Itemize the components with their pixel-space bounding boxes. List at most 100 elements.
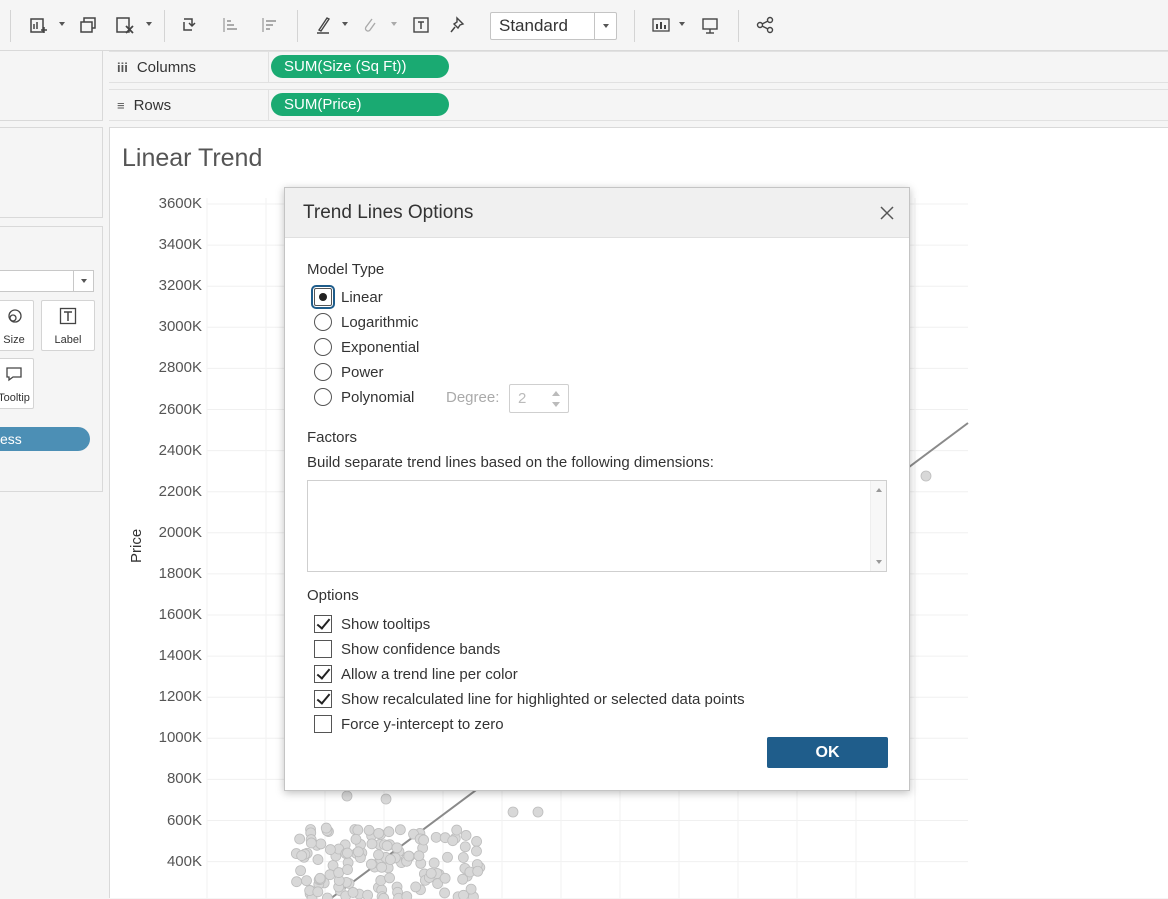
checkbox-force-intercept[interactable]: Force y-intercept to zero xyxy=(314,713,504,735)
radio-exponential[interactable]: Exponential xyxy=(314,336,419,358)
data-point xyxy=(314,872,326,884)
clear-sheet-icon[interactable] xyxy=(114,14,136,36)
chevron-down-icon[interactable] xyxy=(678,20,686,28)
label-text-icon xyxy=(42,307,94,330)
ok-button[interactable]: OK xyxy=(767,737,888,768)
data-point xyxy=(425,867,437,879)
data-point xyxy=(294,833,306,845)
toolbar-separator xyxy=(10,10,11,42)
radio-power[interactable]: Power xyxy=(314,361,384,383)
filters-panel xyxy=(0,127,103,218)
options-heading: Options xyxy=(307,587,359,604)
data-point xyxy=(471,836,482,847)
data-point xyxy=(321,892,333,899)
radio-polynomial[interactable]: Polynomial xyxy=(314,386,414,408)
checkbox[interactable] xyxy=(314,690,332,708)
radio-button[interactable] xyxy=(314,338,332,356)
checkbox[interactable] xyxy=(314,640,332,658)
chevron-down-icon[interactable] xyxy=(390,20,398,28)
checkbox-label: Show confidence bands xyxy=(341,640,501,658)
duplicate-icon[interactable] xyxy=(77,14,99,36)
data-point xyxy=(291,876,303,888)
radio-label: Linear xyxy=(341,288,383,306)
chevron-down-icon[interactable] xyxy=(58,20,66,28)
toolbar: Standard xyxy=(0,0,1168,51)
data-point xyxy=(532,806,544,818)
highlight-icon[interactable] xyxy=(312,14,334,36)
sort-ascending-icon[interactable] xyxy=(219,14,241,36)
group-icon[interactable] xyxy=(359,14,381,36)
radio-label: Polynomial xyxy=(341,388,415,406)
columns-pill[interactable]: SUM(Size (Sq Ft)) xyxy=(271,55,449,78)
y-tick-label: 1600K xyxy=(158,606,202,623)
checkbox-trend-per-color[interactable]: Allow a trend line per color xyxy=(314,663,518,685)
columns-shelf-label: iii Columns xyxy=(109,52,269,82)
swap-icon[interactable] xyxy=(179,14,201,36)
sort-descending-icon[interactable] xyxy=(258,14,280,36)
chevron-down-icon xyxy=(73,271,93,291)
dialog-header: Trend Lines Options xyxy=(285,188,909,238)
data-point xyxy=(410,881,422,893)
data-point xyxy=(385,854,396,865)
chevron-down-icon[interactable] xyxy=(341,20,349,28)
data-point xyxy=(320,822,332,834)
size-mark-button[interactable]: Size xyxy=(0,300,34,351)
new-worksheet-icon[interactable] xyxy=(28,14,50,36)
toolbar-separator xyxy=(164,10,165,42)
y-tick-label: 1400K xyxy=(158,647,202,665)
data-point xyxy=(459,841,471,853)
columns-shelf[interactable]: iii Columns SUM(Size (Sq Ft)) xyxy=(109,51,1168,83)
rows-pill[interactable]: SUM(Price) xyxy=(271,93,449,116)
radio-button[interactable] xyxy=(314,313,332,331)
radio-button[interactable] xyxy=(311,285,335,309)
field-pill[interactable]: ess xyxy=(0,427,90,451)
scrollbar[interactable] xyxy=(870,481,886,571)
radio-label: Logarithmic xyxy=(341,313,419,331)
data-point xyxy=(507,806,519,818)
checkbox[interactable] xyxy=(314,665,332,683)
data-point xyxy=(363,824,375,836)
view-size-select[interactable]: Standard xyxy=(490,12,617,40)
radio-linear[interactable]: Linear xyxy=(311,285,383,309)
checkbox-recalculated-line[interactable]: Show recalculated line for highlighted o… xyxy=(314,688,745,710)
label-mark-button[interactable]: Label xyxy=(41,300,95,351)
degree-label: Degree: xyxy=(446,389,500,406)
pin-icon[interactable] xyxy=(447,14,469,36)
data-point xyxy=(295,865,307,877)
factors-list[interactable] xyxy=(307,480,887,572)
columns-label: Columns xyxy=(136,58,197,76)
data-point xyxy=(366,838,378,850)
checkbox-label: Force y-intercept to zero xyxy=(341,715,504,733)
y-tick-label: 400K xyxy=(166,852,202,870)
show-me-icon[interactable] xyxy=(650,14,672,36)
y-tick-label: 3000K xyxy=(158,318,202,336)
label-text-icon[interactable] xyxy=(410,14,432,36)
chevron-down-icon[interactable] xyxy=(145,20,153,28)
mark-type-select[interactable] xyxy=(0,270,94,292)
stepper-arrows-icon xyxy=(552,391,560,407)
pages-panel xyxy=(0,51,103,121)
checkbox-label: Allow a trend line per color xyxy=(341,665,518,683)
checkbox[interactable] xyxy=(314,715,332,733)
data-point xyxy=(418,834,430,846)
y-tick-label: 1800K xyxy=(158,564,202,582)
data-point xyxy=(439,872,451,884)
checkbox-show-tooltips[interactable]: Show tooltips xyxy=(314,613,430,635)
radio-button[interactable] xyxy=(314,388,332,406)
checkbox-confidence-bands[interactable]: Show confidence bands xyxy=(314,638,500,660)
rows-shelf-label: ≡ Rows xyxy=(109,90,269,120)
tooltip-mark-button[interactable]: Tooltip xyxy=(0,358,34,409)
data-point xyxy=(471,845,482,857)
data-point xyxy=(460,830,472,841)
presentation-icon[interactable] xyxy=(699,14,721,36)
rows-shelf[interactable]: ≡ Rows SUM(Price) xyxy=(109,89,1168,121)
close-icon[interactable] xyxy=(875,201,899,225)
share-icon[interactable] xyxy=(754,14,776,36)
data-point xyxy=(451,824,463,836)
toolbar-separator xyxy=(297,10,298,42)
radio-button[interactable] xyxy=(314,363,332,381)
factors-description: Build separate trend lines based on the … xyxy=(307,454,714,471)
radio-logarithmic[interactable]: Logarithmic xyxy=(314,311,419,333)
data-point xyxy=(324,869,336,881)
checkbox[interactable] xyxy=(314,615,332,633)
